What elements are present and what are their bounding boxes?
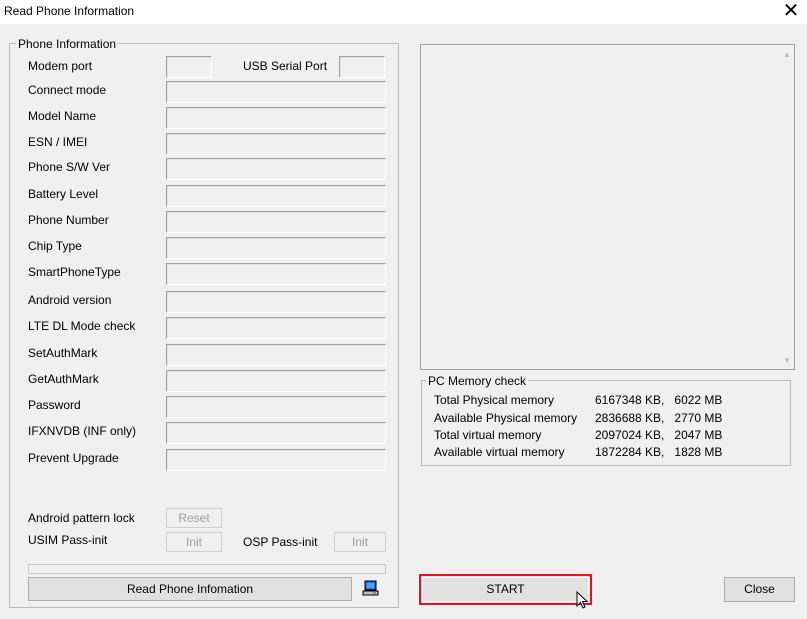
usb-serial-port-field — [339, 56, 385, 78]
info-value-field — [166, 317, 386, 339]
modem-port-field — [166, 56, 212, 78]
scroll-down-icon[interactable]: ▼ — [781, 356, 793, 365]
memory-value: 6167348 KB, 6022 MB — [595, 393, 723, 407]
info-value-field — [166, 396, 386, 418]
modem-port-label: Modem port — [28, 59, 93, 73]
info-label: SmartPhoneType — [28, 265, 121, 279]
mouse-cursor-icon — [576, 590, 589, 609]
scroll-up-icon[interactable]: ▲ — [781, 50, 793, 59]
info-value-field — [166, 158, 386, 180]
log-output-area[interactable] — [420, 44, 795, 370]
osp-init-button[interactable]: Init — [334, 532, 386, 552]
usim-init-button[interactable]: Init — [166, 532, 222, 552]
memory-value: 2836688 KB, 2770 MB — [595, 411, 723, 425]
info-value-field — [166, 263, 386, 285]
phone-information-legend: Phone Information — [16, 37, 119, 51]
info-label: Chip Type — [28, 239, 82, 253]
info-label: Phone Number — [28, 213, 109, 227]
window-title: Read Phone Information — [4, 4, 135, 18]
memory-value: 2097024 KB, 2047 MB — [595, 428, 723, 442]
progress-bar — [28, 564, 386, 574]
pc-memory-legend: PC Memory check — [426, 374, 529, 388]
android-pattern-lock-label: Android pattern lock — [28, 511, 135, 525]
usim-pass-init-label: USIM Pass-init — [28, 533, 108, 547]
info-value-field — [166, 291, 386, 313]
info-label: Battery Level — [28, 187, 99, 201]
info-label: Connect mode — [28, 83, 107, 97]
close-button[interactable]: Close — [724, 577, 795, 602]
info-value-field — [166, 237, 386, 259]
info-label: Android version — [28, 293, 112, 307]
osp-pass-init-label: OSP Pass-init — [243, 535, 318, 549]
memory-label: Total virtual memory — [434, 428, 542, 442]
info-value-field — [166, 449, 386, 471]
info-label: Phone S/W Ver — [28, 160, 111, 174]
info-label: Model Name — [28, 109, 97, 123]
memory-value: 1872284 KB, 1828 MB — [595, 445, 723, 459]
memory-label: Total Physical memory — [434, 393, 555, 407]
info-value-field — [166, 422, 386, 444]
info-label: GetAuthMark — [28, 372, 99, 386]
info-value-field — [166, 107, 386, 129]
info-value-field — [166, 81, 386, 103]
info-label: SetAuthMark — [28, 346, 98, 360]
start-button[interactable]: START — [419, 574, 592, 605]
info-label: IFXNVDB (INF only) — [28, 424, 137, 438]
info-value-field — [166, 344, 386, 366]
info-value-field — [166, 133, 386, 155]
read-phone-information-button[interactable]: Read Phone Infomation — [28, 577, 352, 601]
window-close-icon[interactable]: ✕ — [781, 1, 801, 21]
computer-icon[interactable] — [362, 579, 380, 597]
info-label: Password — [28, 398, 81, 412]
info-label: ESN / IMEI — [28, 135, 88, 149]
reset-button[interactable]: Reset — [166, 508, 222, 528]
info-label: Prevent Upgrade — [28, 451, 119, 465]
info-label: LTE DL Mode check — [28, 319, 136, 333]
memory-label: Available virtual memory — [434, 445, 565, 459]
info-value-field — [166, 211, 386, 233]
start-button-label: START — [486, 582, 525, 596]
memory-label: Available Physical memory — [434, 411, 578, 425]
usb-serial-port-label: USB Serial Port — [243, 59, 328, 73]
info-value-field — [166, 185, 386, 207]
info-value-field — [166, 370, 386, 392]
